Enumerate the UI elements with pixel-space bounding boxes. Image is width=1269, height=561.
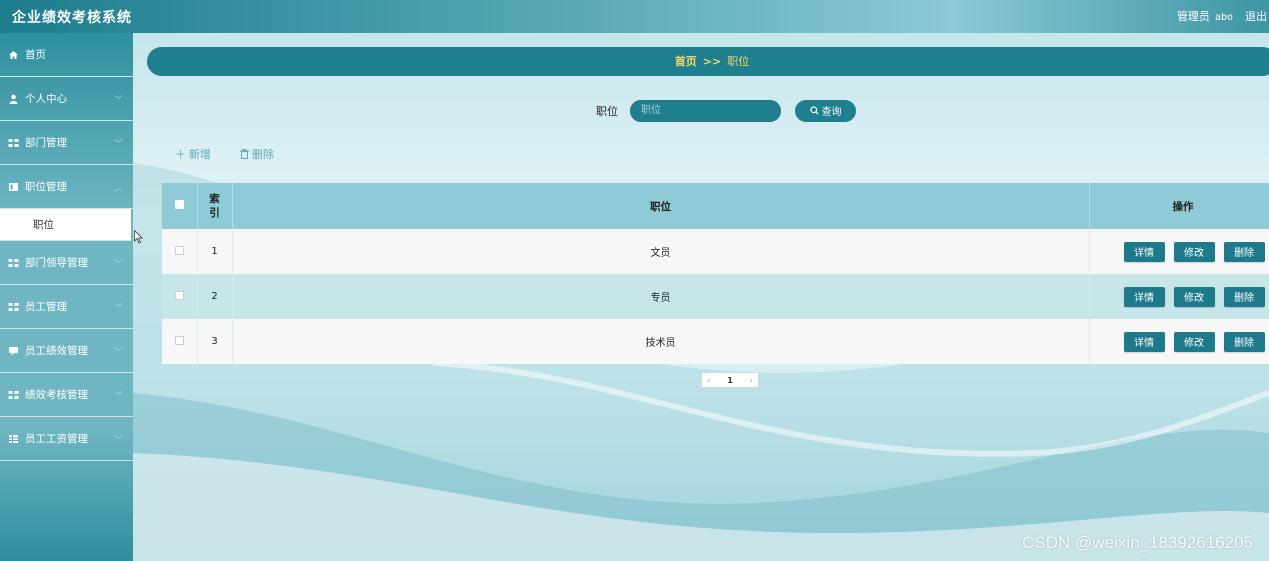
- user-info: 管理员 abo: [1177, 8, 1233, 24]
- grid-icon: [8, 302, 19, 311]
- header-position: 职位: [232, 183, 1090, 229]
- select-all-checkbox[interactable]: [174, 200, 184, 209]
- sidebar-item-salary[interactable]: 员工工资管理 ﹀: [0, 417, 133, 461]
- breadcrumb-separator: >>: [702, 55, 722, 68]
- sidebar-item-employee-performance[interactable]: 员工绩效管理 ﹀: [0, 329, 133, 373]
- chevron-down-icon: ﹀: [113, 96, 123, 106]
- pagination: ‹ 1 ›: [702, 373, 758, 387]
- app-title: 企业绩效考核系统: [12, 10, 132, 26]
- row-checkbox[interactable]: [174, 335, 184, 345]
- delete-button[interactable]: 删除: [1223, 331, 1265, 352]
- search-label: 职位: [596, 104, 618, 118]
- search-button[interactable]: 查询: [795, 99, 856, 122]
- row-index: 2: [197, 274, 233, 319]
- select-all-cell: [162, 183, 198, 229]
- home-icon: [9, 50, 18, 59]
- search-icon: [809, 106, 819, 115]
- row-index: 1: [197, 229, 233, 274]
- add-button[interactable]: ＋ 新增: [175, 146, 211, 162]
- chevron-down-icon: ﹀: [113, 436, 123, 446]
- next-page-button[interactable]: ›: [750, 376, 753, 385]
- row-checkbox[interactable]: [174, 290, 184, 300]
- data-table: 索 引 职位 操作 1 文员 详情 修改 删除 2 专员 详情 修改 删除 3 …: [162, 183, 1269, 364]
- sidebar-item-employee[interactable]: 员工管理 ﹀: [0, 285, 133, 329]
- table-header-row: 索 引 职位 操作: [162, 183, 1269, 229]
- prev-page-button[interactable]: ‹: [707, 376, 710, 385]
- page-number[interactable]: 1: [727, 376, 733, 385]
- book-icon: [9, 182, 18, 191]
- chevron-down-icon: ﹀: [113, 348, 123, 358]
- header-index: 索 引: [197, 183, 233, 229]
- user-icon: [9, 94, 18, 104]
- sidebar-item-dept-leader[interactable]: 部门领导管理 ﹀: [0, 241, 133, 285]
- sidebar-subitem-position[interactable]: 职位: [0, 209, 131, 241]
- sidebar-item-department[interactable]: 部门管理 ﹀: [0, 121, 133, 165]
- sidebar-item-label: 员工绩效管理: [25, 345, 88, 357]
- row-position: 专员: [232, 274, 1090, 319]
- sidebar-item-label: 首页: [25, 49, 46, 61]
- chevron-down-icon: ﹀: [113, 304, 123, 314]
- watermark: CSDN @weixin_18392616205: [1022, 533, 1253, 552]
- header-operation: 操作: [1089, 183, 1269, 229]
- table-icon: [9, 434, 18, 443]
- mouse-cursor-icon: [134, 230, 143, 244]
- sidebar-item-label: 个人中心: [25, 93, 67, 105]
- trash-icon: [240, 149, 249, 159]
- top-bar: 企业绩效考核系统 管理员 abo 退出: [0, 0, 1269, 33]
- grid-icon: [8, 390, 19, 399]
- row-index: 3: [197, 319, 233, 364]
- sidebar-item-home[interactable]: 首页: [0, 33, 133, 77]
- delete-button[interactable]: 删除: [1223, 286, 1265, 307]
- chat-icon: [9, 346, 18, 355]
- delete-button-label: 删除: [252, 148, 274, 161]
- sidebar-item-label: 员工管理: [25, 301, 67, 313]
- detail-button[interactable]: 详情: [1123, 286, 1165, 307]
- row-position: 文员: [232, 229, 1090, 274]
- sidebar-item-label: 部门领导管理: [25, 257, 88, 269]
- detail-button[interactable]: 详情: [1123, 331, 1165, 352]
- breadcrumb: 首页 >> 职位: [147, 47, 1269, 76]
- edit-button[interactable]: 修改: [1173, 241, 1215, 262]
- grid-icon: [8, 258, 19, 267]
- sidebar-item-appraisal[interactable]: 绩效考核管理 ﹀: [0, 373, 133, 417]
- edit-button[interactable]: 修改: [1173, 286, 1215, 307]
- detail-button[interactable]: 详情: [1123, 241, 1165, 262]
- delete-button[interactable]: 删除: [1223, 241, 1265, 262]
- toolbar: ＋ 新增 删除: [175, 146, 303, 162]
- sidebar-item-label: 员工工资管理: [25, 433, 88, 445]
- logout-link[interactable]: 退出: [1245, 8, 1267, 24]
- table-row: 2 专员 详情 修改 删除: [162, 274, 1269, 319]
- sidebar: 首页 个人中心 ﹀ 部门管理 ﹀ 职位管理 ︿ 职位 部门领导管理 ﹀ 员工管理…: [0, 33, 133, 561]
- add-button-label: 新增: [189, 148, 211, 161]
- sidebar-item-personal-center[interactable]: 个人中心 ﹀: [0, 77, 133, 121]
- sidebar-item-label: 职位管理: [25, 181, 67, 193]
- edit-button[interactable]: 修改: [1173, 331, 1215, 352]
- table-row: 1 文员 详情 修改 删除: [162, 229, 1269, 274]
- row-checkbox[interactable]: [174, 245, 184, 255]
- chevron-up-icon: ︿: [113, 184, 123, 194]
- chevron-down-icon: ﹀: [113, 392, 123, 402]
- breadcrumb-current: 职位: [727, 55, 750, 68]
- search-input[interactable]: [630, 99, 781, 122]
- table-row: 3 技术员 详情 修改 删除: [162, 319, 1269, 364]
- plus-icon: ＋: [175, 148, 186, 161]
- chevron-down-icon: ﹀: [113, 140, 123, 150]
- sidebar-item-label: 部门管理: [25, 137, 67, 149]
- row-position: 技术员: [232, 319, 1090, 364]
- sidebar-item-position[interactable]: 职位管理 ︿: [0, 165, 133, 209]
- grid-icon: [8, 138, 19, 147]
- user-role: 管理员: [1176, 10, 1210, 23]
- search-bar: 职位 查询: [596, 99, 856, 122]
- chevron-down-icon: ﹀: [113, 260, 123, 270]
- batch-delete-button[interactable]: 删除: [240, 146, 274, 162]
- username: abo: [1214, 12, 1233, 23]
- search-button-label: 查询: [821, 107, 842, 118]
- sidebar-item-label: 绩效考核管理: [25, 389, 88, 401]
- breadcrumb-home[interactable]: 首页: [675, 55, 697, 68]
